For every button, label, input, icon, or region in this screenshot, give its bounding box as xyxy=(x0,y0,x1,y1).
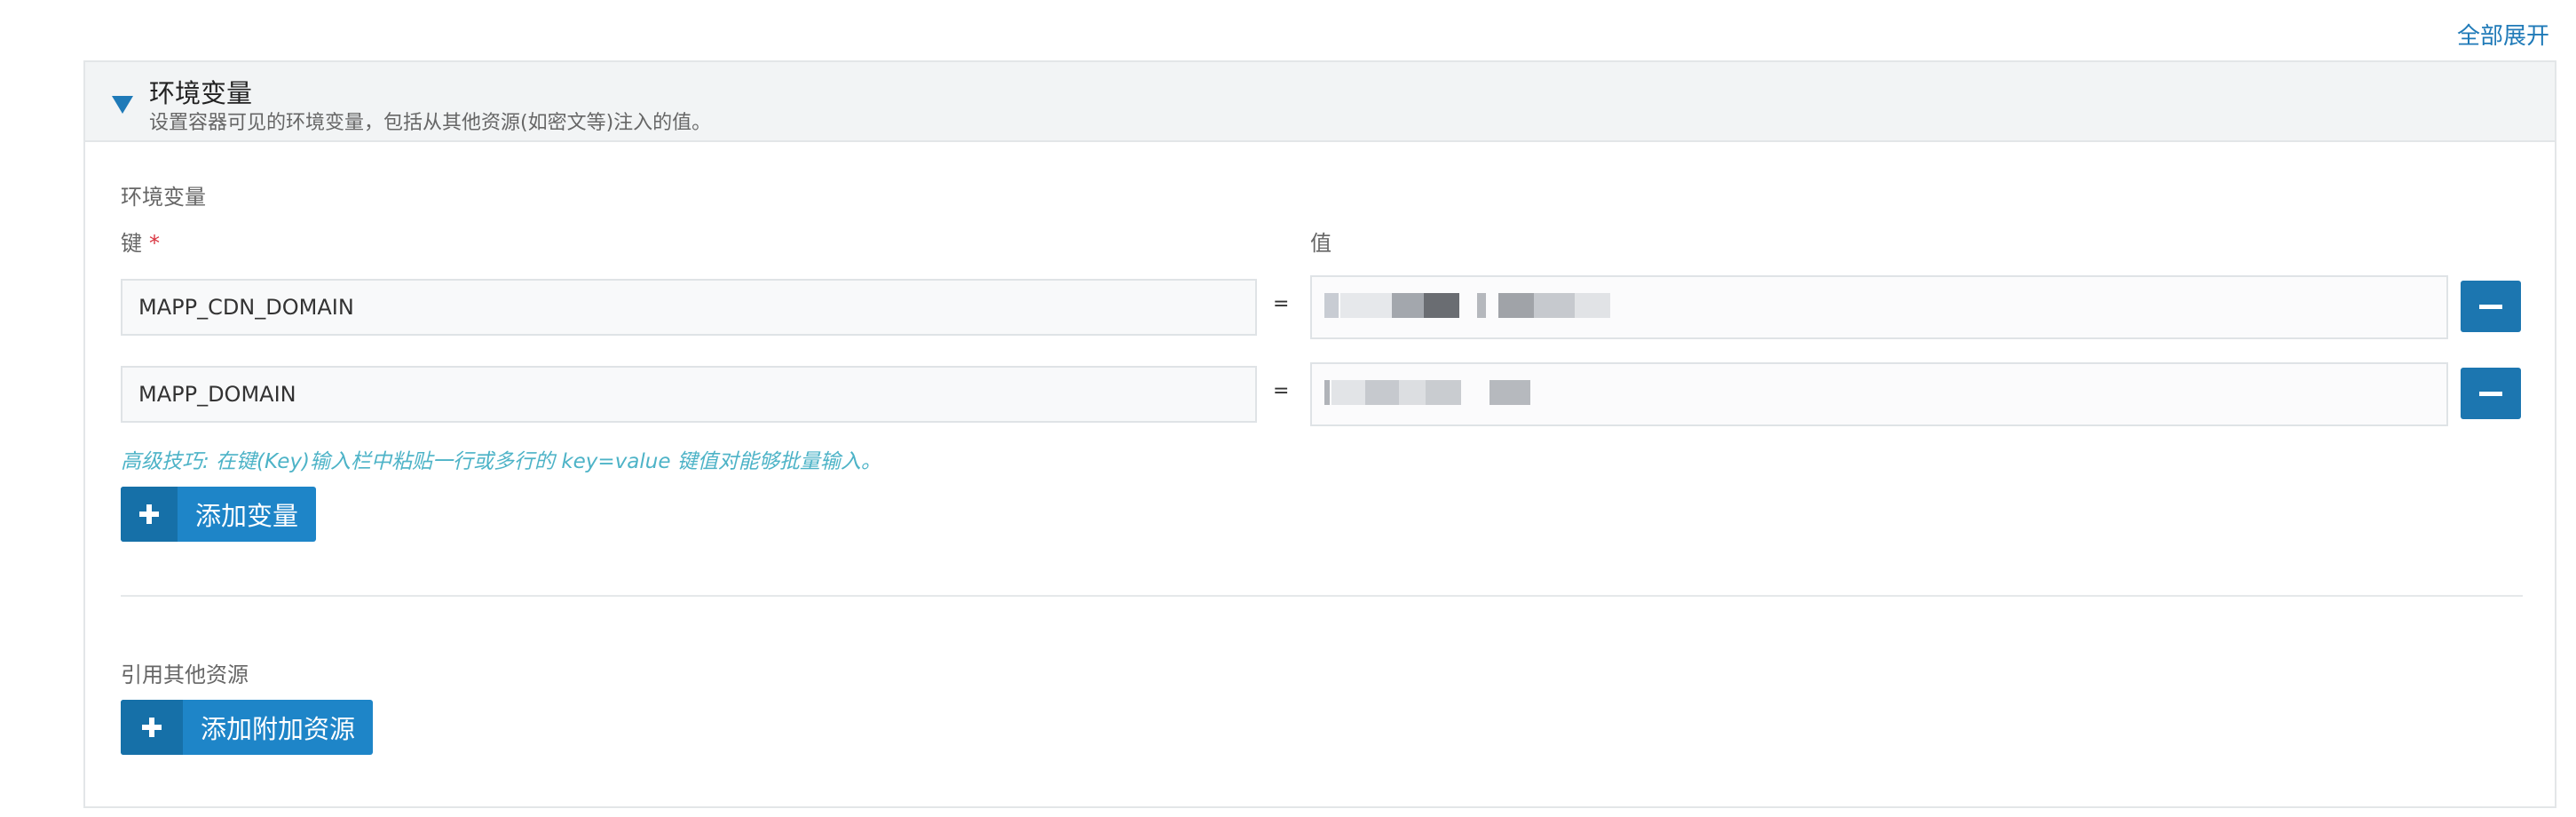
env-key-input[interactable] xyxy=(121,279,1257,336)
env-key-input[interactable] xyxy=(121,366,1257,423)
plus-box xyxy=(121,700,183,755)
key-label: 键 xyxy=(121,231,142,256)
redacted-value xyxy=(1477,293,1486,318)
env-panel: 环境变量 设置容器可见的环境变量，包括从其他资源(如密文等)注入的值。 环境变量… xyxy=(83,60,2556,808)
redacted-value xyxy=(1324,293,1339,318)
redacted-value xyxy=(1392,293,1424,318)
panel-title: 环境变量 xyxy=(149,78,253,108)
redacted-value xyxy=(1324,380,1330,405)
remove-row-button[interactable] xyxy=(2461,368,2521,419)
section-divider xyxy=(121,595,2523,597)
panel-header[interactable]: 环境变量 设置容器可见的环境变量，包括从其他资源(如密文等)注入的值。 xyxy=(85,62,2555,142)
collapse-triangle-icon[interactable] xyxy=(112,96,133,114)
add-variable-label: 添加变量 xyxy=(195,501,299,531)
add-resource-button[interactable]: 添加附加资源 xyxy=(121,700,374,755)
panel-description: 设置容器可见的环境变量，包括从其他资源(如密文等)注入的值。 xyxy=(149,112,712,134)
remove-row-button[interactable] xyxy=(2461,281,2521,332)
key-column-label: 键 * xyxy=(121,226,160,257)
add-resource-label: 添加附加资源 xyxy=(201,714,356,744)
equals-sign: = xyxy=(1273,380,1290,402)
redacted-value xyxy=(1365,380,1399,405)
plus-box xyxy=(121,487,178,542)
env-value-input[interactable] xyxy=(1310,362,2448,426)
redacted-value xyxy=(1340,293,1392,318)
redacted-value xyxy=(1331,380,1365,405)
env-value-input[interactable] xyxy=(1310,275,2448,339)
redacted-value xyxy=(1534,293,1575,318)
value-column-label: 值 xyxy=(1310,231,1331,256)
plus-icon xyxy=(121,487,178,542)
redacted-value xyxy=(1399,380,1426,405)
equals-sign: = xyxy=(1273,293,1290,315)
env-section-label: 环境变量 xyxy=(121,185,206,210)
batch-input-tip: 高级技巧: 在键(Key)输入栏中粘贴一行或多行的 key=value 键值对能… xyxy=(121,450,881,473)
plus-icon xyxy=(123,700,180,755)
refs-section-label: 引用其他资源 xyxy=(121,662,249,687)
redacted-value xyxy=(1498,293,1534,318)
redacted-value xyxy=(1426,380,1461,405)
add-variable-button[interactable]: 添加变量 xyxy=(121,487,317,542)
redacted-value xyxy=(1575,293,1610,318)
expand-all-link[interactable]: 全部展开 xyxy=(2457,18,2549,51)
redacted-value xyxy=(1424,293,1459,318)
required-mark: * xyxy=(149,231,160,256)
redacted-value xyxy=(1489,380,1530,405)
